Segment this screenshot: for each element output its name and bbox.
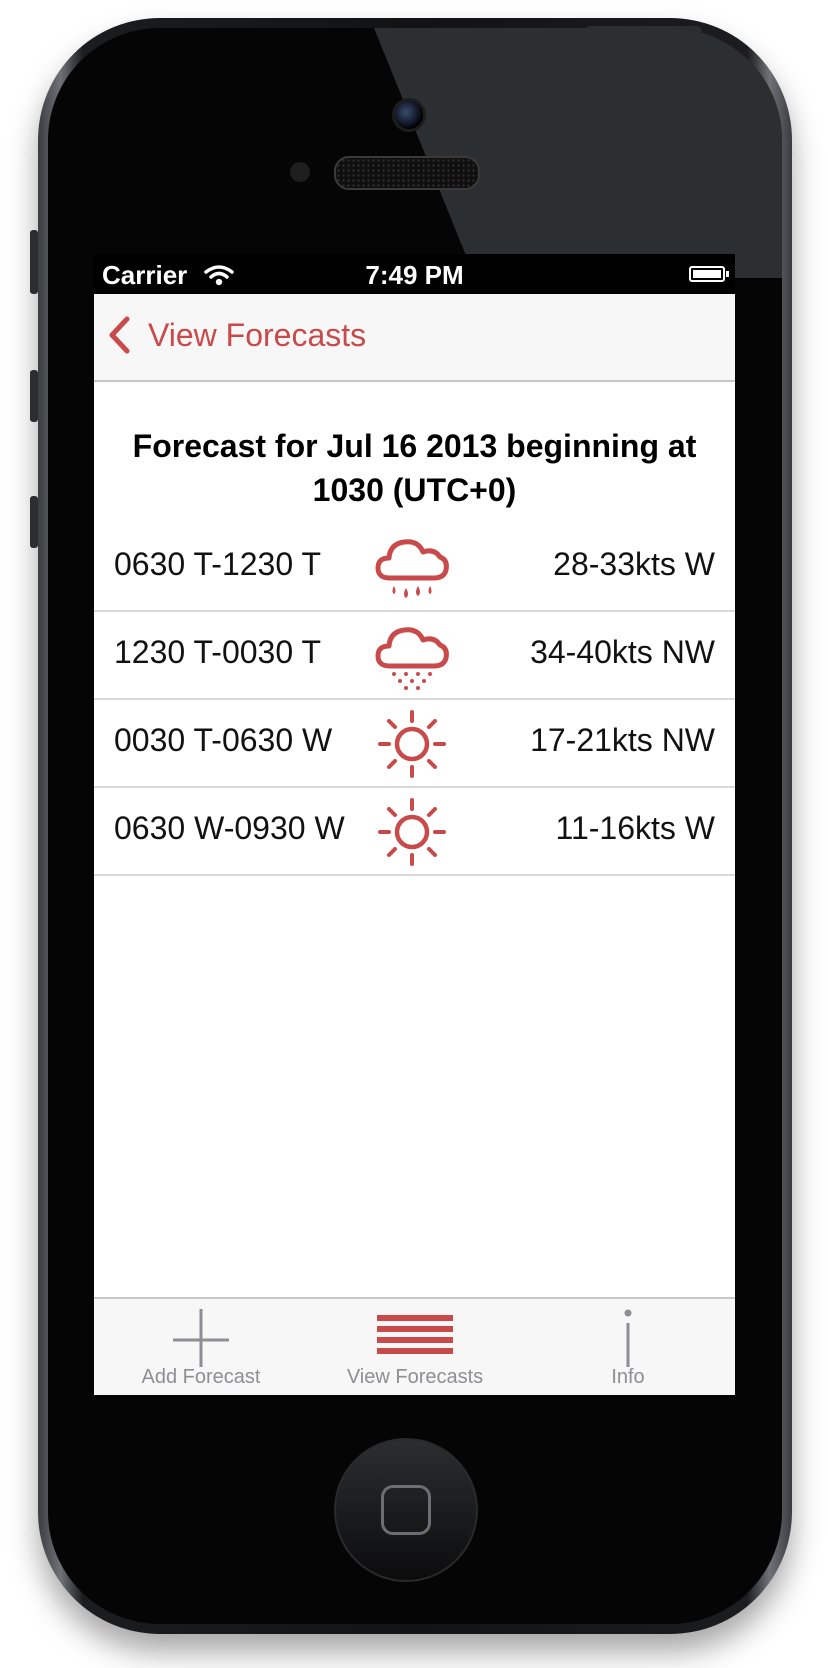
forecast-list: 0630 T-1230 T 28-33kts W 1230 T-0030 T 3… [94, 524, 735, 876]
sun-icon [378, 798, 446, 866]
rain-cloud-icon [375, 539, 449, 598]
back-button[interactable]: View Forecasts [108, 316, 366, 354]
forecast-row[interactable]: 0030 T-0630 W 17-21kts NW [94, 700, 735, 788]
tab-label: View Forecasts [346, 1366, 484, 1388]
page-title: Forecast for Jul 16 2013 beginning at 10… [132, 428, 697, 508]
snow-cloud-icon [375, 627, 449, 690]
tab-label: Info [611, 1366, 645, 1388]
list-icon [377, 1315, 453, 1354]
tab-label: Add Forecast [141, 1366, 261, 1388]
navigation-bar: View Forecasts [94, 294, 735, 382]
forecast-wind: 11-16kts W [555, 810, 715, 846]
forecast-period: 0630 W-0930 W [114, 810, 345, 846]
battery-icon [689, 266, 729, 282]
tab-view-forecasts[interactable]: View Forecasts [308, 1299, 522, 1395]
earpiece-speaker [334, 156, 480, 190]
forecast-period: 0630 T-1230 T [114, 546, 321, 582]
volume-up-button [30, 370, 38, 422]
forecast-row[interactable]: 0630 T-1230 T 28-33kts W [94, 524, 735, 612]
tab-info[interactable]: Info [521, 1299, 735, 1395]
info-icon [624, 1309, 632, 1367]
back-button-label: View Forecasts [148, 316, 367, 353]
app-screen: Carrier 7:49 PM View Forecasts Forecast … [94, 254, 735, 1395]
home-button[interactable] [334, 1438, 478, 1582]
front-camera [392, 98, 426, 132]
forecast-wind: 28-33kts W [553, 546, 715, 582]
chevron-left-icon [109, 316, 130, 354]
forecast-period: 1230 T-0030 T [114, 634, 321, 670]
proximity-sensor [290, 162, 310, 182]
home-button-square-icon [381, 1485, 431, 1535]
glass-reflection [370, 28, 782, 278]
forecast-period: 0030 T-0630 W [114, 722, 333, 758]
forecast-row[interactable]: 0630 W-0930 W 11-16kts W [94, 788, 735, 876]
volume-down-button [30, 496, 38, 548]
sun-icon [378, 710, 446, 778]
status-bar: Carrier 7:49 PM [94, 254, 735, 294]
plus-icon [173, 1309, 229, 1367]
forecast-row[interactable]: 1230 T-0030 T 34-40kts NW [94, 612, 735, 700]
forecast-wind: 17-21kts NW [530, 722, 715, 758]
forecast-wind: 34-40kts NW [530, 634, 715, 670]
tab-add-forecast[interactable]: Add Forecast [94, 1299, 308, 1395]
status-time: 7:49 PM [365, 260, 464, 290]
mute-switch [30, 230, 38, 294]
tab-bar: Add Forecast View Forecasts Info [94, 1297, 735, 1395]
